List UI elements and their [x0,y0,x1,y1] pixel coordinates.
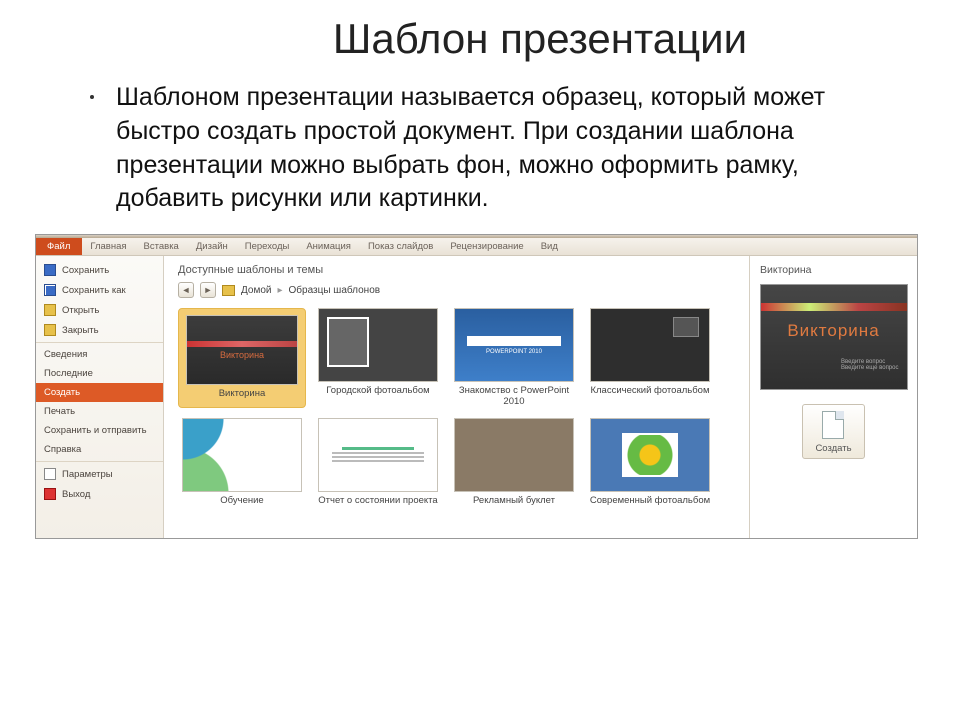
nav-open-label: Открыть [62,305,99,316]
template-thumb [590,308,710,382]
templates-gallery: Викторина Викторина Городской фотоальбом… [178,308,735,507]
template-label: Рекламный буклет [450,496,578,507]
home-icon [222,285,235,296]
nav-save[interactable]: Сохранить [36,260,163,280]
nav-print-label: Печать [44,406,75,417]
nav-recent[interactable]: Последние [36,364,163,383]
slide-title: Шаблон презентации [150,15,930,63]
save-icon [44,264,56,276]
templates-center: Доступные шаблоны и темы ◄ ► Домой ▸ Обр… [164,256,749,538]
options-icon [44,468,56,480]
breadcrumb-back-button[interactable]: ◄ [178,282,194,298]
template-preview: Викторина Введите вопросВведите еще вопр… [760,284,908,390]
template-item-classic-album[interactable]: Классический фотоальбом [586,308,714,408]
nav-create[interactable]: Создать [36,383,163,402]
template-thumb [318,308,438,382]
nav-exit-label: Выход [62,489,90,500]
template-thumb: Викторина [186,315,298,385]
exit-icon [44,488,56,500]
template-label: Классический фотоальбом [586,386,714,397]
template-item-pp2010-intro[interactable]: POWERPOINT 2010 Знакомство с PowerPoint … [450,308,578,408]
create-button-label: Создать [815,443,851,454]
new-document-icon [822,411,844,439]
ribbon-tab-transitions[interactable]: Переходы [237,238,299,255]
template-thumb [590,418,710,492]
ribbon-tab-slideshow[interactable]: Показ слайдов [360,238,442,255]
template-item-status-report[interactable]: Отчет о состоянии проекта [314,418,442,507]
template-item-brochure[interactable]: Рекламный буклет [450,418,578,507]
nav-info[interactable]: Сведения [36,342,163,364]
nav-print[interactable]: Печать [36,402,163,421]
nav-share-label: Сохранить и отправить [44,425,147,436]
backstage-nav: Сохранить Сохранить как Открыть Закрыть … [36,256,164,538]
nav-save-as[interactable]: Сохранить как [36,280,163,300]
preview-text: Викторина [787,321,879,341]
nav-options[interactable]: Параметры [36,461,163,484]
template-item-modern-album[interactable]: Современный фотоальбом [586,418,714,507]
save-as-icon [44,284,56,296]
ribbon-tab-animation[interactable]: Анимация [298,238,360,255]
nav-exit[interactable]: Выход [36,484,163,504]
template-label: Городской фотоальбом [314,386,442,397]
nav-create-label: Создать [44,387,80,398]
breadcrumb-forward-button[interactable]: ► [200,282,216,298]
template-thumb [318,418,438,492]
preview-subtext: Введите вопросВведите еще вопрос [841,359,898,371]
ribbon-tab-file[interactable]: Файл [36,238,82,255]
create-button[interactable]: Создать [802,404,864,459]
template-thumb [454,418,574,492]
preview-pane: Викторина Викторина Введите вопросВведит… [749,256,917,538]
template-item-city-album[interactable]: Городской фотоальбом [314,308,442,408]
templates-heading: Доступные шаблоны и темы [178,264,735,276]
ribbon-tab-insert[interactable]: Вставка [136,238,188,255]
nav-save-label: Сохранить [62,265,109,276]
preview-title: Викторина [760,264,811,276]
ribbon-tab-design[interactable]: Дизайн [188,238,237,255]
template-label: Знакомство с PowerPoint 2010 [450,386,578,408]
ribbon-tab-review[interactable]: Рецензирование [442,238,532,255]
ribbon-tab-home[interactable]: Главная [82,238,135,255]
breadcrumb-current[interactable]: Образцы шаблонов [289,285,381,296]
template-thumb [182,418,302,492]
nav-help-label: Справка [44,444,81,455]
slide: Шаблон презентации Шаблоном презентации … [0,0,960,720]
template-thumb: POWERPOINT 2010 [454,308,574,382]
ribbon: Файл Главная Вставка Дизайн Переходы Ани… [36,238,917,256]
slide-body: Шаблоном презентации называется образец,… [116,81,890,216]
nav-options-label: Параметры [62,469,113,480]
powerpoint-window: Файл Главная Вставка Дизайн Переходы Ани… [35,234,918,539]
breadcrumb: ◄ ► Домой ▸ Образцы шаблонов [178,282,735,298]
template-label: Отчет о состоянии проекта [314,496,442,507]
nav-share[interactable]: Сохранить и отправить [36,421,163,440]
preview-stripe [761,303,907,311]
nav-info-label: Сведения [44,349,87,360]
open-icon [44,304,56,316]
bullet-icon [90,95,94,99]
body-row: Шаблоном презентации называется образец,… [90,81,890,216]
nav-open[interactable]: Открыть [36,300,163,320]
nav-recent-label: Последние [44,368,93,379]
template-label: Викторина [183,389,301,400]
template-item-quiz[interactable]: Викторина Викторина [178,308,306,408]
ribbon-tab-view[interactable]: Вид [533,238,567,255]
breadcrumb-separator-icon: ▸ [277,285,282,296]
template-label: Современный фотоальбом [586,496,714,507]
nav-save-as-label: Сохранить как [62,285,126,296]
nav-close[interactable]: Закрыть [36,320,163,340]
template-item-training[interactable]: Обучение [178,418,306,507]
close-icon [44,324,56,336]
backstage-body: Сохранить Сохранить как Открыть Закрыть … [36,256,917,538]
nav-help[interactable]: Справка [36,440,163,459]
template-label: Обучение [178,496,306,507]
nav-close-label: Закрыть [62,325,99,336]
breadcrumb-home[interactable]: Домой [241,285,271,296]
